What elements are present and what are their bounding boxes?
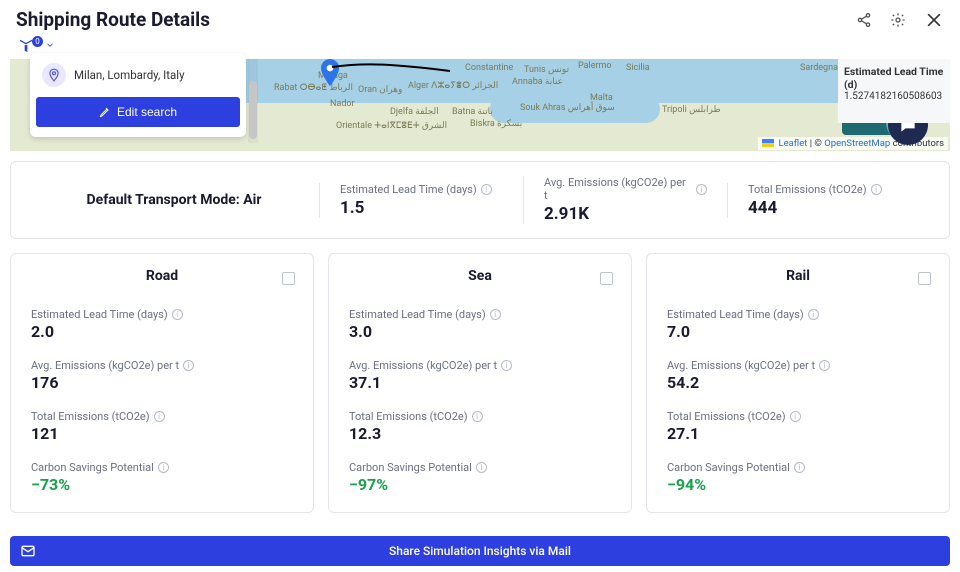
info-icon[interactable]: i [871, 184, 882, 195]
lead-time-label: Estimated Lead Time (days) i [340, 183, 503, 196]
location-text: Milan, Lombardy, Italy [74, 68, 185, 82]
info-icon[interactable]: i [158, 462, 169, 473]
lead-time-value: 1.5 [340, 198, 503, 218]
mode-title: Rail [667, 268, 929, 284]
info-icon[interactable]: i [808, 309, 819, 320]
default-mode-card: Default Transport Mode: Air Estimated Le… [10, 161, 950, 239]
info-icon[interactable]: i [183, 360, 194, 371]
avg-emissions-value: 37.1 [349, 373, 611, 392]
avg-emissions-label: Avg. Emissions (kgCO2e) per t i [544, 176, 707, 202]
filter-button[interactable]: 0 [18, 37, 55, 53]
lead-time-label: Estimated Lead Time (days)i [667, 308, 929, 321]
lead-time-value: 7.0 [667, 322, 929, 341]
total-emissions-value: 121 [31, 424, 293, 443]
map-place-label: Orientale ⵜⴰⵏⴳⵎⵓⴹⵜ الشرق [336, 121, 447, 131]
mode-title: Road [31, 268, 293, 284]
close-icon[interactable] [924, 10, 944, 30]
map-place-label: Souk Ahras سوق أهراس [520, 103, 615, 113]
total-emissions-value: 12.3 [349, 424, 611, 443]
savings-value: −73% [31, 475, 293, 494]
location-pin-icon [42, 63, 66, 87]
map-place-label: Djelfa الجلفة [390, 107, 439, 117]
map-place-label: Biskra بسكرة [470, 119, 522, 129]
savings-value: −97% [349, 475, 611, 494]
lead-time-value: 3.0 [349, 322, 611, 341]
info-icon[interactable]: i [472, 411, 483, 422]
savings-label: Carbon Savings Potentiali [31, 461, 293, 474]
info-icon[interactable]: i [154, 411, 165, 422]
leaflet-link[interactable]: Leaflet [778, 138, 807, 149]
chevron-down-icon [45, 40, 55, 50]
mode-card-sea: Sea Estimated Lead Time (days)i 3.0 Avg.… [328, 253, 632, 513]
avg-emissions-value: 2.91K [544, 204, 707, 224]
gear-icon[interactable] [890, 12, 906, 28]
map-place-label: Sardegna [800, 63, 838, 73]
info-icon[interactable]: i [696, 184, 707, 195]
lead-time-value: 2.0 [31, 322, 293, 341]
info-icon[interactable]: i [490, 309, 501, 320]
map-place-label: Batna باتنة [452, 107, 493, 117]
avg-emissions-value: 176 [31, 373, 293, 392]
share-icon[interactable] [856, 12, 872, 28]
info-icon[interactable]: i [172, 309, 183, 320]
info-icon[interactable]: i [501, 360, 512, 371]
map-place-label: Tunis تونس [524, 65, 569, 75]
total-emissions-label: Total Emissions (tCO2e) i [748, 183, 911, 196]
avg-emissions-label: Avg. Emissions (kgCO2e) per ti [31, 359, 293, 372]
search-card: Milan, Lombardy, Italy Edit search [30, 53, 246, 137]
map-place-label: Tripoli طرابلس [662, 105, 721, 115]
info-icon[interactable]: i [481, 184, 492, 195]
mode-checkbox[interactable] [282, 272, 295, 285]
edit-search-button[interactable]: Edit search [36, 97, 240, 127]
map-place-label: Sicilia [626, 63, 650, 73]
avg-emissions-label: Avg. Emissions (kgCO2e) per ti [667, 359, 929, 372]
mode-checkbox[interactable] [600, 272, 613, 285]
map-place-label: Nador [330, 99, 355, 109]
mode-card-road: Road Estimated Lead Time (days)i 2.0 Avg… [10, 253, 314, 513]
page-title: Shipping Route Details [16, 8, 210, 31]
map-place-label: Malta [590, 93, 613, 103]
avg-emissions-value: 54.2 [667, 373, 929, 392]
default-mode-title: Default Transport Mode: Air [29, 192, 319, 208]
map-place-label: Rabat ⵔⴱⴰⵟ الرباط [274, 83, 353, 93]
mode-title: Sea [349, 268, 611, 284]
total-emissions-label: Total Emissions (tCO2e)i [667, 410, 929, 423]
lead-time-label: Estimated Lead Time (days)i [31, 308, 293, 321]
total-emissions-label: Total Emissions (tCO2e)i [349, 410, 611, 423]
pencil-icon [99, 106, 111, 118]
info-icon[interactable]: i [794, 462, 805, 473]
side-lead-time-panel: Estimated Lead Time (d) 1.52741821605086… [838, 59, 950, 123]
share-insights-button[interactable]: Share Simulation Insights via Mail [10, 536, 950, 566]
map-place-label: Alger ⴷⵣⴰⵢⴻⵔ الجزائر [408, 81, 498, 91]
savings-label: Carbon Savings Potentiali [667, 461, 929, 474]
avg-emissions-label: Avg. Emissions (kgCO2e) per ti [349, 359, 611, 372]
lead-time-label: Estimated Lead Time (days)i [349, 308, 611, 321]
info-icon[interactable]: i [790, 411, 801, 422]
mode-checkbox[interactable] [918, 272, 931, 285]
total-emissions-value: 444 [748, 198, 911, 218]
search-card-scrollbar[interactable] [248, 59, 258, 143]
info-icon[interactable]: i [476, 462, 487, 473]
savings-label: Carbon Savings Potentiali [349, 461, 611, 474]
filter-badge: 0 [32, 36, 43, 47]
savings-value: −94% [667, 475, 929, 494]
map-place-label: Palermo [578, 61, 612, 71]
total-emissions-label: Total Emissions (tCO2e)i [31, 410, 293, 423]
mode-card-rail: Rail Estimated Lead Time (days)i 7.0 Avg… [646, 253, 950, 513]
info-icon[interactable]: i [819, 360, 830, 371]
total-emissions-value: 27.1 [667, 424, 929, 443]
osm-link[interactable]: OpenStreetMap [824, 138, 890, 149]
map-place-label: Oran وهران [358, 85, 402, 95]
